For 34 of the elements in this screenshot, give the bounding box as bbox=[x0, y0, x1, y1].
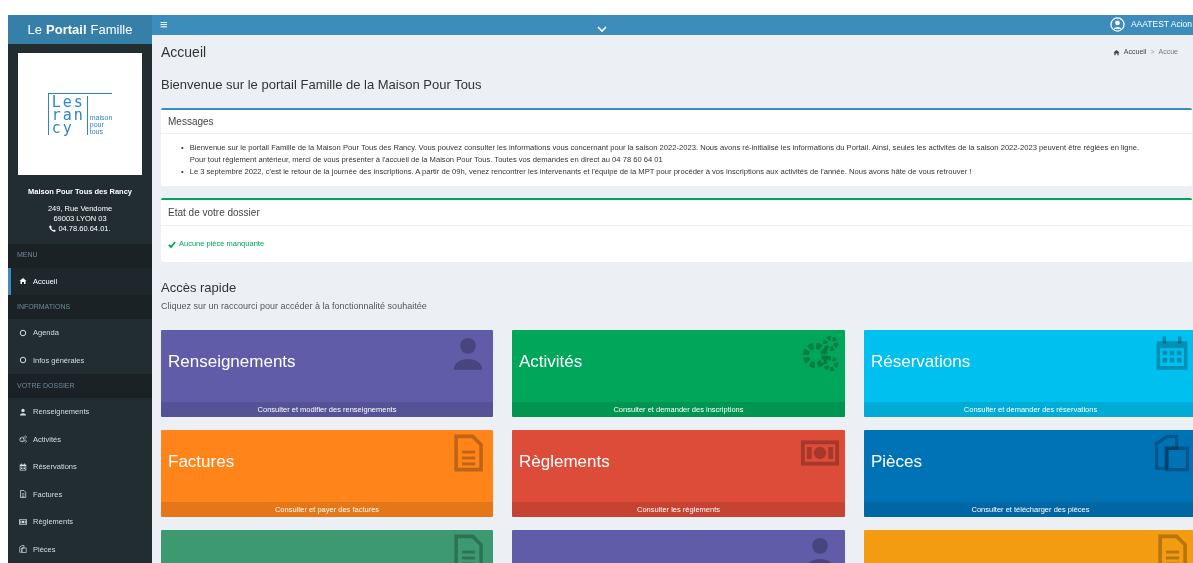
user-icon bbox=[19, 407, 27, 416]
tile-title: Renseignements bbox=[168, 351, 296, 373]
logo-letters: cy bbox=[51, 122, 74, 136]
brand-title[interactable]: Le Portail Famille bbox=[8, 15, 152, 45]
menu-icon[interactable]: ≡ bbox=[160, 15, 168, 35]
section-subtitle: Cliquez sur un raccourci pour accéder à la fonctionnalité souhaitée bbox=[161, 299, 428, 313]
calendar-icon bbox=[19, 462, 27, 471]
welcome-heading: Bienvenue sur le portail Famille de la Maison Pour Tous bbox=[161, 75, 483, 94]
circle-icon bbox=[19, 356, 27, 365]
tile-title: Règlements bbox=[519, 451, 610, 473]
panel-title: Messages bbox=[161, 110, 1192, 134]
user-avatar-icon[interactable] bbox=[1109, 17, 1125, 33]
page-title: Accueil bbox=[161, 43, 207, 62]
document-icon bbox=[19, 490, 27, 499]
logo-letters: Les bbox=[51, 96, 85, 110]
section-title: Accès rapide bbox=[161, 279, 238, 297]
documents-icon bbox=[1153, 434, 1191, 472]
tile-title: Activités bbox=[519, 351, 583, 373]
panel-title: Etat de votre dossier bbox=[161, 200, 1192, 226]
chevron-down-icon[interactable] bbox=[597, 26, 607, 33]
tile-title: Factures bbox=[168, 451, 235, 473]
banknote-icon bbox=[19, 517, 27, 526]
home-icon bbox=[1112, 49, 1120, 56]
tile-title: Réservations bbox=[871, 351, 971, 373]
phone-icon bbox=[49, 225, 57, 232]
documents-icon bbox=[19, 545, 27, 554]
logo-letters: ran bbox=[51, 109, 85, 123]
home-icon bbox=[19, 277, 27, 286]
gears-icon bbox=[19, 435, 27, 444]
circle-icon bbox=[19, 328, 27, 337]
gears-icon bbox=[801, 334, 839, 372]
user-name[interactable]: AAATEST Acion bbox=[1130, 18, 1192, 32]
check-icon bbox=[168, 240, 176, 248]
tile-title: Pièces bbox=[871, 451, 923, 473]
